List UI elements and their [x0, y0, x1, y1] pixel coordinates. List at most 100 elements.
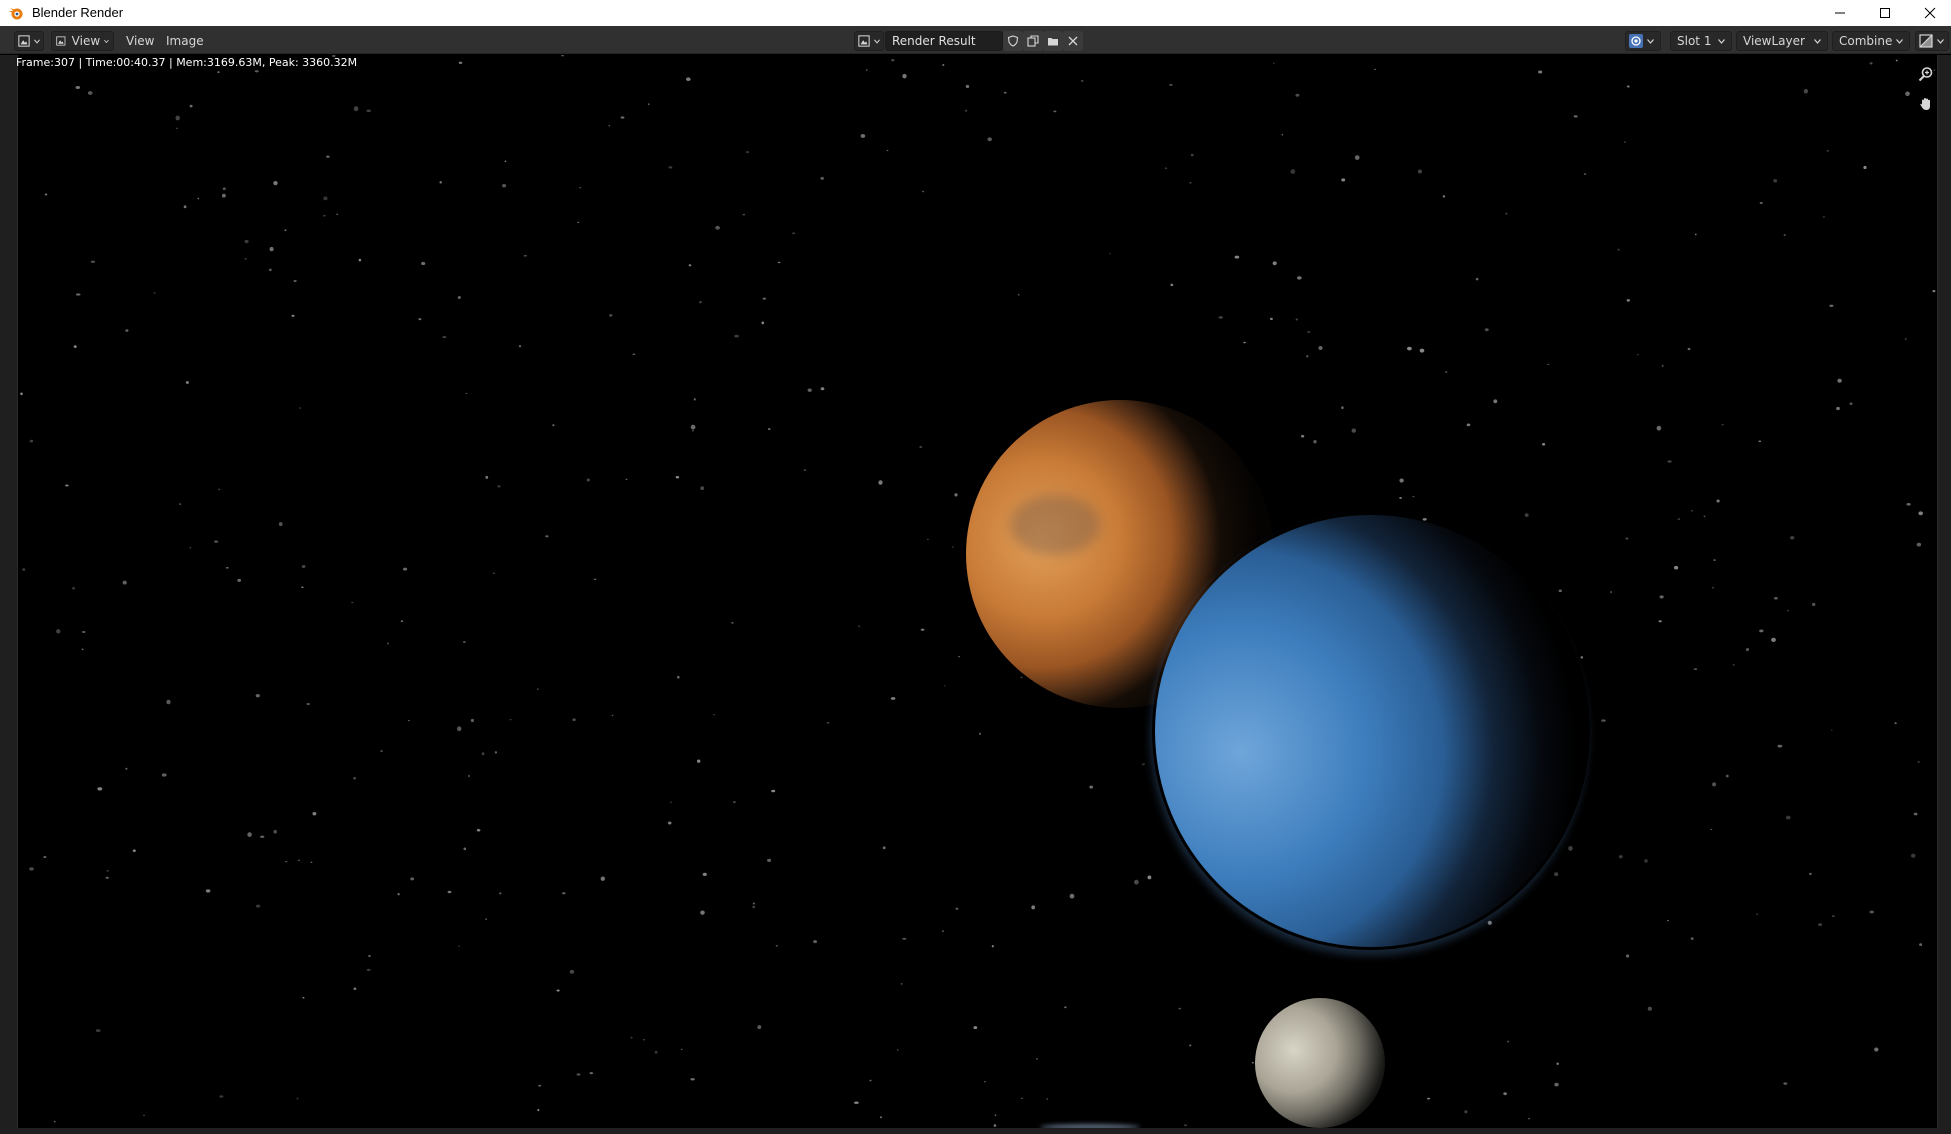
- pan-button[interactable]: [1916, 94, 1936, 114]
- star: [1269, 317, 1273, 321]
- star: [1080, 79, 1084, 82]
- star: [813, 940, 818, 944]
- star: [632, 353, 636, 356]
- minimize-button[interactable]: [1817, 0, 1863, 26]
- star: [1272, 62, 1275, 64]
- star: [1787, 609, 1789, 612]
- star: [470, 718, 475, 723]
- star: [53, 1120, 56, 1123]
- star: [1759, 201, 1763, 205]
- star: [1528, 1117, 1531, 1120]
- chevron-down-icon: [1647, 38, 1654, 44]
- open-image-button[interactable]: [1043, 31, 1063, 51]
- star: [75, 293, 81, 296]
- blender-icon: [9, 8, 23, 20]
- star: [1756, 913, 1759, 915]
- right-region-edge[interactable]: [1937, 55, 1951, 1134]
- star: [1906, 503, 1911, 506]
- star: [1647, 1006, 1652, 1011]
- star: [1758, 440, 1762, 443]
- render-pass-label: Combined: [1839, 34, 1892, 48]
- render-pass-dropdown[interactable]: Combined: [1832, 31, 1910, 51]
- star: [1234, 255, 1240, 259]
- star: [600, 876, 605, 881]
- star: [965, 84, 970, 89]
- star: [1243, 341, 1246, 344]
- close-window-button[interactable]: [1907, 0, 1951, 26]
- star: [771, 789, 776, 793]
- menu-view[interactable]: View: [120, 31, 160, 51]
- view-mode-dropdown[interactable]: View: [51, 31, 114, 51]
- star: [499, 892, 502, 895]
- star: [732, 801, 736, 804]
- star: [269, 246, 274, 252]
- star: [1341, 406, 1344, 410]
- new-image-button[interactable]: [1023, 31, 1043, 51]
- star: [476, 828, 481, 832]
- star: [1053, 110, 1057, 113]
- star: [299, 407, 302, 409]
- mars-surface-marking: [1010, 495, 1100, 555]
- star: [1493, 399, 1498, 404]
- star: [268, 268, 272, 272]
- star: [1673, 565, 1679, 570]
- star: [1759, 629, 1764, 633]
- star: [255, 904, 261, 908]
- menu-image[interactable]: Image: [160, 31, 210, 51]
- display-channels-dropdown[interactable]: [1625, 31, 1661, 51]
- star: [366, 968, 371, 972]
- star: [952, 546, 954, 548]
- star: [561, 892, 566, 895]
- zoom-button[interactable]: [1916, 64, 1936, 84]
- moon: [1255, 998, 1385, 1128]
- star: [761, 321, 765, 325]
- star: [1464, 1110, 1468, 1114]
- chevron-down-icon: [1896, 38, 1903, 44]
- star: [688, 264, 692, 267]
- star: [1568, 845, 1573, 851]
- star: [1547, 363, 1550, 365]
- star: [1626, 299, 1630, 302]
- star: [902, 73, 907, 79]
- star: [896, 1049, 899, 1051]
- star: [125, 767, 128, 770]
- star: [284, 229, 287, 232]
- star: [685, 77, 691, 81]
- star: [81, 648, 84, 651]
- image-name-field[interactable]: Render Result: [885, 31, 1003, 51]
- star: [1811, 602, 1816, 607]
- star: [1475, 277, 1479, 281]
- star: [485, 918, 488, 920]
- maximize-button[interactable]: [1862, 0, 1908, 26]
- star: [1295, 93, 1300, 97]
- star: [1399, 478, 1404, 483]
- left-region-edge[interactable]: [0, 55, 18, 1134]
- star: [185, 381, 189, 384]
- overlay-dropdown[interactable]: [1915, 31, 1949, 51]
- star: [1046, 1098, 1049, 1100]
- star: [336, 213, 339, 216]
- star: [291, 314, 295, 317]
- slot-dropdown[interactable]: Slot 1: [1670, 31, 1732, 51]
- star: [943, 685, 946, 687]
- star: [260, 835, 265, 838]
- star: [1189, 181, 1192, 184]
- zoom-icon: [1918, 67, 1933, 82]
- minimize-icon: [1835, 12, 1845, 14]
- star: [1687, 347, 1691, 351]
- slot-label: Slot 1: [1677, 34, 1712, 48]
- fake-user-button[interactable]: [1003, 31, 1023, 51]
- editor-type-button[interactable]: [14, 31, 44, 51]
- star: [403, 567, 408, 571]
- browse-image-button[interactable]: [854, 31, 884, 51]
- star: [1542, 442, 1546, 446]
- star: [1341, 178, 1346, 182]
- star: [1894, 722, 1897, 724]
- chevron-down-icon: [34, 38, 40, 44]
- unlink-image-button[interactable]: [1063, 31, 1083, 51]
- star: [301, 565, 306, 568]
- star: [221, 193, 226, 198]
- view-layer-dropdown[interactable]: ViewLayer: [1736, 31, 1828, 51]
- star: [920, 628, 925, 631]
- star: [1626, 85, 1630, 88]
